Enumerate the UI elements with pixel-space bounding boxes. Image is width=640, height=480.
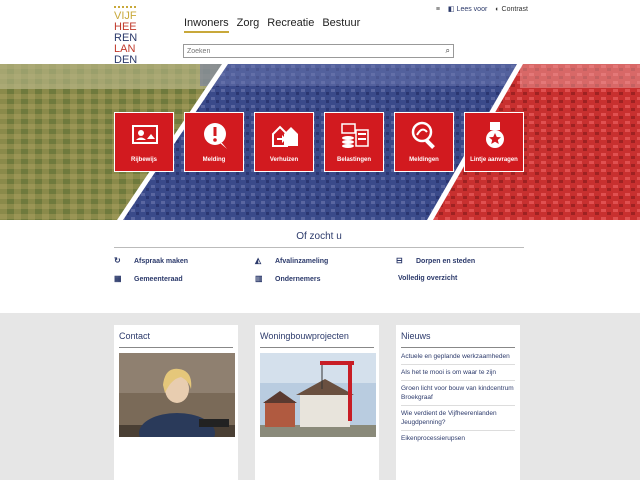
card-divider [401,347,515,348]
read-aloud-button[interactable]: ◧ Lees voor [448,5,487,13]
news-item[interactable]: Groen licht voor bouw van kindcentrum Br… [401,384,515,406]
tile-label: Melding [202,157,226,163]
link-dorpen-en-steden[interactable]: ⊟ Dorpen en steden [396,257,475,265]
tile-label: Lintje aanvragen [470,157,518,163]
link-gemeenteraad[interactable]: ▦ Gemeenteraad [114,275,183,283]
waste-truck-icon: ◭ [255,256,262,265]
quick-links: Rijbewijs Melding Verhuizen Belastingen … [114,112,524,172]
magnifier-icon [411,121,435,149]
appointment-icon: ↻ [114,256,121,265]
search-icon[interactable]: ⌕ [446,46,450,56]
tile-melding[interactable]: Melding [184,112,244,172]
taxes-icon [341,123,369,148]
tile-label: Verhuizen [269,157,299,163]
link-label: Volledig overzicht [398,275,458,282]
logo-dots [114,6,136,9]
medal-icon [486,122,504,148]
card-contact[interactable]: Contact [114,325,238,480]
tile-verhuizen[interactable]: Verhuizen [254,112,314,172]
main-nav: Inwoners Zorg Recreatie Bestuur [184,17,360,33]
nav-item-recreatie[interactable]: Recreatie [267,17,314,33]
menu-icon[interactable]: ≡ [436,6,440,13]
news-item[interactable]: Actuele en geplande werkzaamheden [401,352,515,365]
link-afvalinzameling[interactable]: ◭ Afvalinzameling [255,257,328,265]
municipality-logo[interactable]: VIJF HEE REN LAN DEN [114,6,140,66]
signpost-icon: ⊟ [396,256,403,265]
search-input[interactable] [184,45,434,57]
card-woningbouwprojecten[interactable]: Woningbouwprojecten [255,325,379,480]
hero-banner: Rijbewijs Melding Verhuizen Belastingen … [0,64,640,220]
tile-label: Meldingen [409,157,439,163]
tile-label: Rijbewijs [130,157,157,163]
link-label: Afspraak maken [134,257,189,265]
link-afspraak-maken[interactable]: ↻ Afspraak maken [114,257,188,265]
id-card-icon [132,125,158,144]
card-title: Contact [119,331,151,341]
council-icon: ▦ [114,274,122,283]
link-label: Ondernemers [275,275,321,283]
bottom-section: Contact Woningbouwprojecten Nieuws Actue… [0,313,640,480]
card-title: Nieuws [401,331,431,341]
alert-icon [204,123,227,149]
divider [114,247,524,248]
card-title: Woningbouwprojecten [260,331,349,341]
nav-item-inwoners[interactable]: Inwoners [184,17,229,33]
link-label: Afvalinzameling [275,257,329,265]
speaker-icon: ◧ [447,6,455,13]
card-divider [260,347,374,348]
read-aloud-label: Lees voor [456,6,488,13]
tile-label: Belastingen [336,157,371,163]
news-item[interactable]: Wie verdient de Vijfheerenlanden Jeugdpe… [401,409,515,431]
card-nieuws: Nieuws Actuele en geplande werkzaamheden… [396,325,520,480]
site-header: VIJF HEE REN LAN DEN Inwoners Zorg Recre… [0,0,640,66]
card-divider [119,347,233,348]
news-item[interactable]: Eikenprocessierupsen [401,434,515,447]
link-label: Gemeenteraad [134,275,183,283]
search-bar: ⌕ [183,44,454,58]
link-ondernemers[interactable]: ▥ Ondernemers [255,275,321,283]
utility-bar: ≡ ◧ Lees voor ◐ Contrast [436,5,528,14]
contrast-icon: ◐ [495,5,500,13]
link-volledig-overzicht[interactable]: Volledig overzicht [398,275,457,282]
contrast-button[interactable]: ◐ Contrast [495,6,528,13]
moving-house-icon [272,125,298,147]
business-icon: ▥ [255,274,263,283]
tile-rijbewijs[interactable]: Rijbewijs [114,112,174,172]
tile-lintje-aanvragen[interactable]: Lintje aanvragen [464,112,524,172]
construction-photo [260,353,376,437]
contrast-label: Contrast [501,5,528,13]
tile-belastingen[interactable]: Belastingen [324,112,384,172]
news-item[interactable]: Als het te mooi is om waar te zijn [401,368,515,381]
nav-item-zorg[interactable]: Zorg [237,17,260,33]
contact-photo [119,353,235,437]
link-label: Dorpen en steden [416,257,476,265]
nav-item-bestuur[interactable]: Bestuur [322,17,360,33]
tile-meldingen[interactable]: Meldingen [394,112,454,172]
section-title-of-zocht-u: Of zocht u [296,231,342,242]
